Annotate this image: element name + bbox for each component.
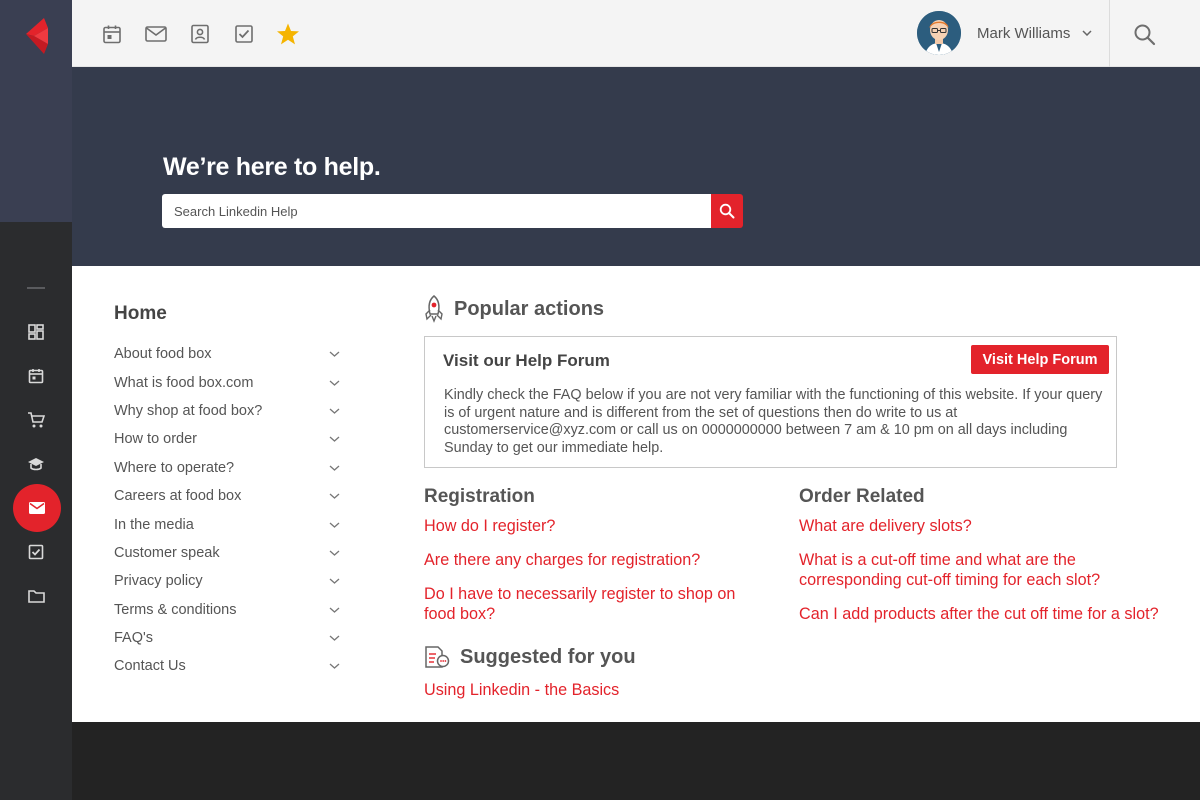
nav-item-label: Privacy policy — [114, 573, 203, 590]
user-menu[interactable]: Mark Williams — [917, 10, 1092, 56]
faq-link[interactable]: How do I register? — [424, 517, 764, 537]
nav-item[interactable]: Why shop at food box? — [114, 397, 340, 425]
nav-item-label: In the media — [114, 516, 194, 533]
faq-link[interactable]: Do I have to necessarily register to sho… — [424, 585, 764, 624]
chevron-down-icon[interactable] — [1082, 30, 1092, 36]
nav-item[interactable]: What is food box.com — [114, 368, 340, 396]
chevron-down-icon[interactable] — [329, 522, 340, 528]
faq-link[interactable]: Are there any charges for registration? — [424, 551, 764, 571]
nav-item[interactable]: About food box — [114, 340, 340, 368]
faq-link[interactable]: What are delivery slots? — [799, 517, 1159, 537]
chevron-down-icon[interactable] — [329, 351, 340, 358]
visit-help-forum-button[interactable]: Visit Help Forum — [971, 345, 1109, 374]
chevron-down-icon[interactable] — [329, 607, 340, 613]
mail-icon[interactable] — [13, 484, 61, 532]
nav-item[interactable]: Terms & conditions — [114, 596, 340, 624]
chevron-down-icon[interactable] — [329, 493, 340, 500]
chevron-down-icon[interactable] — [329, 578, 340, 585]
chevron-down-icon[interactable] — [329, 465, 340, 471]
chevron-down-icon[interactable] — [329, 663, 340, 670]
nav-item[interactable]: Contact Us — [114, 652, 340, 680]
nav-item-label: Why shop at food box? — [114, 402, 263, 419]
star-icon[interactable] — [276, 22, 300, 46]
section-title: Suggested for you — [460, 645, 636, 668]
popular-actions-heading: Popular actions — [424, 295, 604, 323]
graduation-cap-icon[interactable] — [24, 452, 48, 476]
mail-icon[interactable] — [144, 22, 168, 46]
suggested-heading: Suggested for you — [424, 645, 636, 669]
help-nav-list: About food box What is food box.com Why … — [114, 340, 340, 681]
forum-description: Kindly check the FAQ below if you are no… — [444, 387, 1103, 456]
dashboard-icon[interactable] — [24, 320, 48, 344]
page-title: We’re here to help. — [163, 153, 381, 181]
user-name[interactable]: Mark Williams — [977, 25, 1070, 42]
section-title: Popular actions — [454, 297, 605, 320]
help-search-input[interactable] — [162, 194, 711, 228]
nav-item-label: About food box — [114, 346, 212, 363]
help-search-button[interactable] — [711, 194, 743, 228]
top-bar: Mark Williams — [72, 0, 1200, 67]
faq-link[interactable]: Can I add products after the cut off tim… — [799, 605, 1159, 625]
nav-item-label: How to order — [114, 431, 198, 448]
help-forum-card: Visit our Help Forum Visit Help Forum Ki… — [424, 336, 1117, 468]
avatar — [917, 11, 961, 55]
rail-logo-area — [0, 0, 72, 222]
rocket-icon — [425, 295, 443, 323]
order-related-heading: Order Related — [799, 486, 925, 507]
chevron-down-icon[interactable] — [329, 380, 340, 386]
left-rail — [0, 0, 72, 800]
nav-item[interactable]: FAQ's — [114, 624, 340, 652]
rail-divider — [27, 287, 45, 289]
topbar-separator — [1109, 0, 1110, 67]
nav-item[interactable]: Where to operate? — [114, 454, 340, 482]
nav-item-label: Customer speak — [114, 544, 220, 561]
nav-item-label: FAQ's — [114, 630, 154, 647]
checkbox-icon[interactable] — [232, 22, 256, 46]
chevron-down-icon[interactable] — [329, 408, 340, 414]
contact-card-icon[interactable] — [188, 22, 212, 46]
footer — [72, 722, 1200, 800]
nav-item[interactable]: Careers at food box — [114, 482, 340, 510]
chevron-down-icon[interactable] — [329, 635, 340, 641]
search-icon — [719, 203, 735, 219]
folder-icon[interactable] — [24, 584, 48, 608]
help-hero: We’re here to help. — [72, 67, 1200, 266]
registration-heading: Registration — [424, 486, 535, 507]
calendar-icon[interactable] — [100, 22, 124, 46]
nav-item[interactable]: Customer speak — [114, 539, 340, 567]
nav-item-label: Careers at food box — [114, 488, 242, 505]
nav-item-label: Contact Us — [114, 658, 186, 675]
forum-title: Visit our Help Forum — [443, 351, 610, 370]
checkbox-icon[interactable] — [24, 540, 48, 564]
nav-item-label: Terms & conditions — [114, 601, 237, 618]
nav-item-label: Where to operate? — [114, 459, 235, 476]
brand-logo-icon[interactable] — [22, 16, 52, 56]
nav-item[interactable]: In the media — [114, 510, 340, 538]
nav-item-label: What is food box.com — [114, 374, 254, 391]
search-icon[interactable] — [1132, 22, 1158, 48]
calendar-icon[interactable] — [24, 364, 48, 388]
chevron-down-icon[interactable] — [329, 436, 340, 443]
nav-item[interactable]: Privacy policy — [114, 567, 340, 595]
chevron-down-icon[interactable] — [329, 550, 340, 556]
cart-icon[interactable] — [24, 408, 48, 432]
nav-title: Home — [114, 303, 167, 324]
suggested-link[interactable]: Using Linkedin - the Basics — [424, 681, 764, 701]
faq-link[interactable]: What is a cut-off time and what are the … — [799, 551, 1159, 590]
nav-item[interactable]: How to order — [114, 425, 340, 453]
document-chat-icon — [425, 646, 450, 668]
